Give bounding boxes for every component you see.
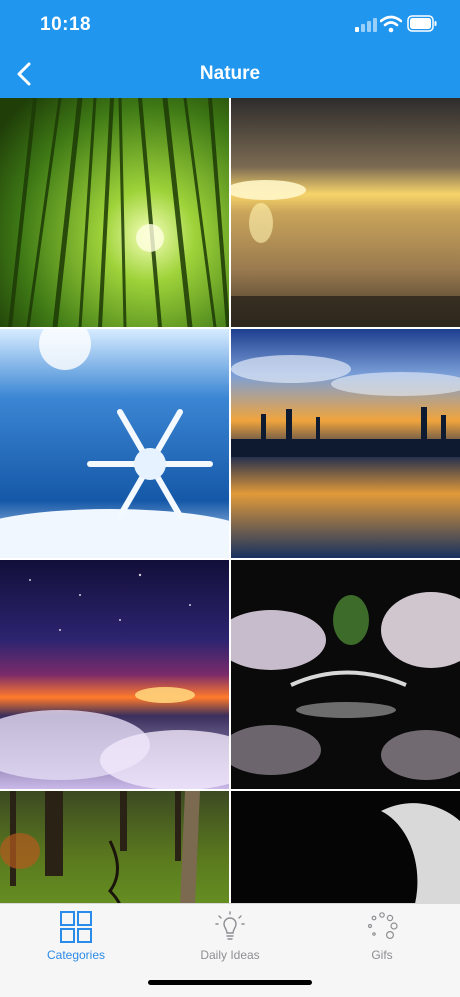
loading-dots-icon — [367, 912, 398, 940]
mossy-forest-image — [0, 791, 229, 903]
tab-label-daily-ideas: Daily Ideas — [200, 948, 260, 962]
snowflake-image — [0, 329, 229, 558]
lake-reflection-image — [231, 329, 460, 558]
grid-icon — [60, 911, 92, 943]
tab-categories[interactable]: Categories — [16, 910, 136, 970]
wallpaper-tile-crescent-moon[interactable] — [231, 791, 460, 903]
signal-icon — [355, 18, 377, 32]
bamboo-forest-image — [0, 98, 229, 327]
tab-label-categories: Categories — [46, 948, 106, 962]
tab-gifs[interactable]: Gifs — [322, 910, 442, 970]
status-time: 10:18 — [40, 14, 92, 35]
lightbulb-icon — [215, 911, 245, 940]
nav-bar: Nature — [0, 50, 460, 98]
wallpaper-tile-bamboo-forest[interactable] — [0, 98, 229, 327]
wallpaper-tile-lake-reflection[interactable] — [231, 329, 460, 558]
battery-icon — [407, 15, 437, 32]
beach-sunset-image — [231, 98, 460, 327]
wallpaper-tile-cherry-blossom-bridge[interactable] — [231, 560, 460, 789]
wallpaper-tile-galaxy-sunset[interactable] — [0, 560, 229, 789]
wifi-icon — [380, 15, 402, 33]
wallpaper-tile-beach-sunset[interactable] — [231, 98, 460, 327]
wallpaper-tile-snowflake[interactable] — [0, 329, 229, 558]
status-bar: 10:18 — [0, 0, 460, 50]
tab-label-gifs: Gifs — [371, 948, 393, 962]
tab-daily-ideas[interactable]: Daily Ideas — [170, 910, 290, 970]
home-indicator — [148, 980, 312, 985]
galaxy-sunset-image — [0, 560, 229, 789]
header: 10:18 Nature — [0, 0, 460, 98]
page-title: Nature — [199, 63, 261, 84]
cherry-blossom-bridge-image — [231, 560, 460, 789]
wallpaper-tile-mossy-forest[interactable] — [0, 791, 229, 903]
crescent-moon-image — [231, 791, 460, 903]
wallpaper-grid — [0, 98, 460, 903]
